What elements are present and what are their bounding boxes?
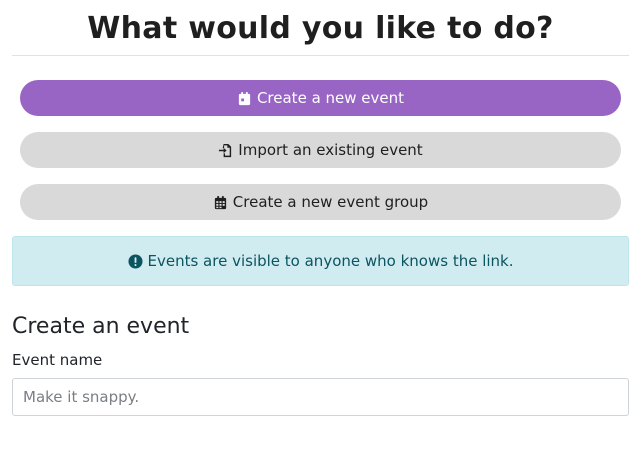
form-title: Create an event [12, 314, 190, 339]
create-event-label: Create a new event [256, 89, 405, 107]
import-event-button[interactable]: Import an existing event [20, 132, 621, 168]
file-import-icon [219, 143, 232, 157]
exclamation-circle-icon [127, 253, 143, 269]
page: What would you like to do? Create a new … [0, 0, 641, 453]
import-event-label: Import an existing event [238, 141, 423, 159]
calendar-grid-icon [214, 195, 226, 209]
notice-text: Events are visible to anyone who knows t… [147, 252, 514, 270]
event-name-label: Event name [12, 351, 103, 369]
page-title: What would you like to do? [12, 0, 629, 56]
create-event-button[interactable]: Create a new event [20, 80, 621, 116]
create-event-group-label: Create a new event group [232, 193, 429, 211]
create-event-group-button[interactable]: Create a new event group [20, 184, 621, 220]
action-buttons: Create a new event Import an existing ev… [12, 56, 629, 220]
calendar-day-icon [238, 91, 251, 105]
event-name-input[interactable] [12, 378, 629, 416]
visibility-notice: Events are visible to anyone who knows t… [12, 236, 629, 286]
